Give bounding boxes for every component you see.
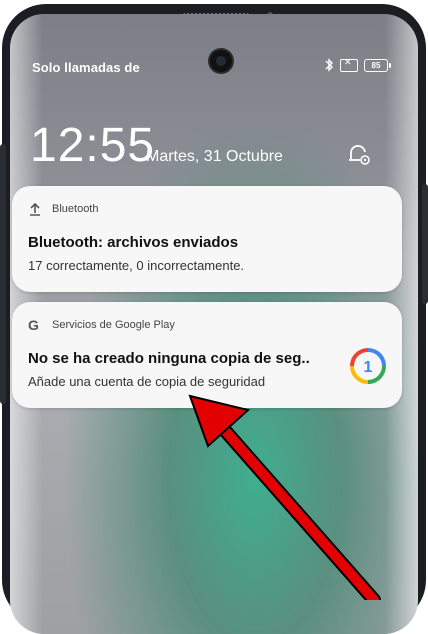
google-one-icon: 1 xyxy=(350,348,386,384)
status-carrier-text: Solo llamadas de xyxy=(32,60,140,75)
upload-icon xyxy=(30,202,40,216)
notification-app-row: Bluetooth xyxy=(28,202,98,216)
notification-title: No se ha creado ninguna copia de seg.. xyxy=(28,350,310,367)
front-camera xyxy=(210,50,232,72)
lock-clock: 12:55 xyxy=(30,119,156,172)
notification-google-play[interactable]: G Servicios de Google Play No se ha crea… xyxy=(12,302,402,408)
notification-title: Bluetooth: archivos enviados xyxy=(28,234,239,251)
notification-app-name: Bluetooth xyxy=(52,203,99,215)
google-icon: G xyxy=(28,317,39,333)
side-button-right xyxy=(422,184,428,304)
google-one-badge-text: 1 xyxy=(364,359,373,376)
notification-body: 17 correctamente, 0 incorrectamente. xyxy=(28,258,245,273)
notification-bluetooth[interactable]: Bluetooth Bluetooth: archivos enviados 1… xyxy=(12,186,402,292)
bluetooth-icon xyxy=(325,58,333,72)
notification-app-row: G Servicios de Google Play xyxy=(28,318,175,332)
lock-date: Martes, 31 Octubre xyxy=(146,148,283,165)
side-button-left xyxy=(0,144,6,404)
no-sim-icon xyxy=(340,57,358,72)
notification-app-name: Servicios de Google Play xyxy=(52,319,175,331)
battery-icon: 85 xyxy=(364,58,391,72)
status-icons: 85 xyxy=(324,57,391,72)
ring-settings-icon[interactable] xyxy=(346,142,372,168)
notification-body: Añade una cuenta de copia de seguridad xyxy=(28,374,266,389)
